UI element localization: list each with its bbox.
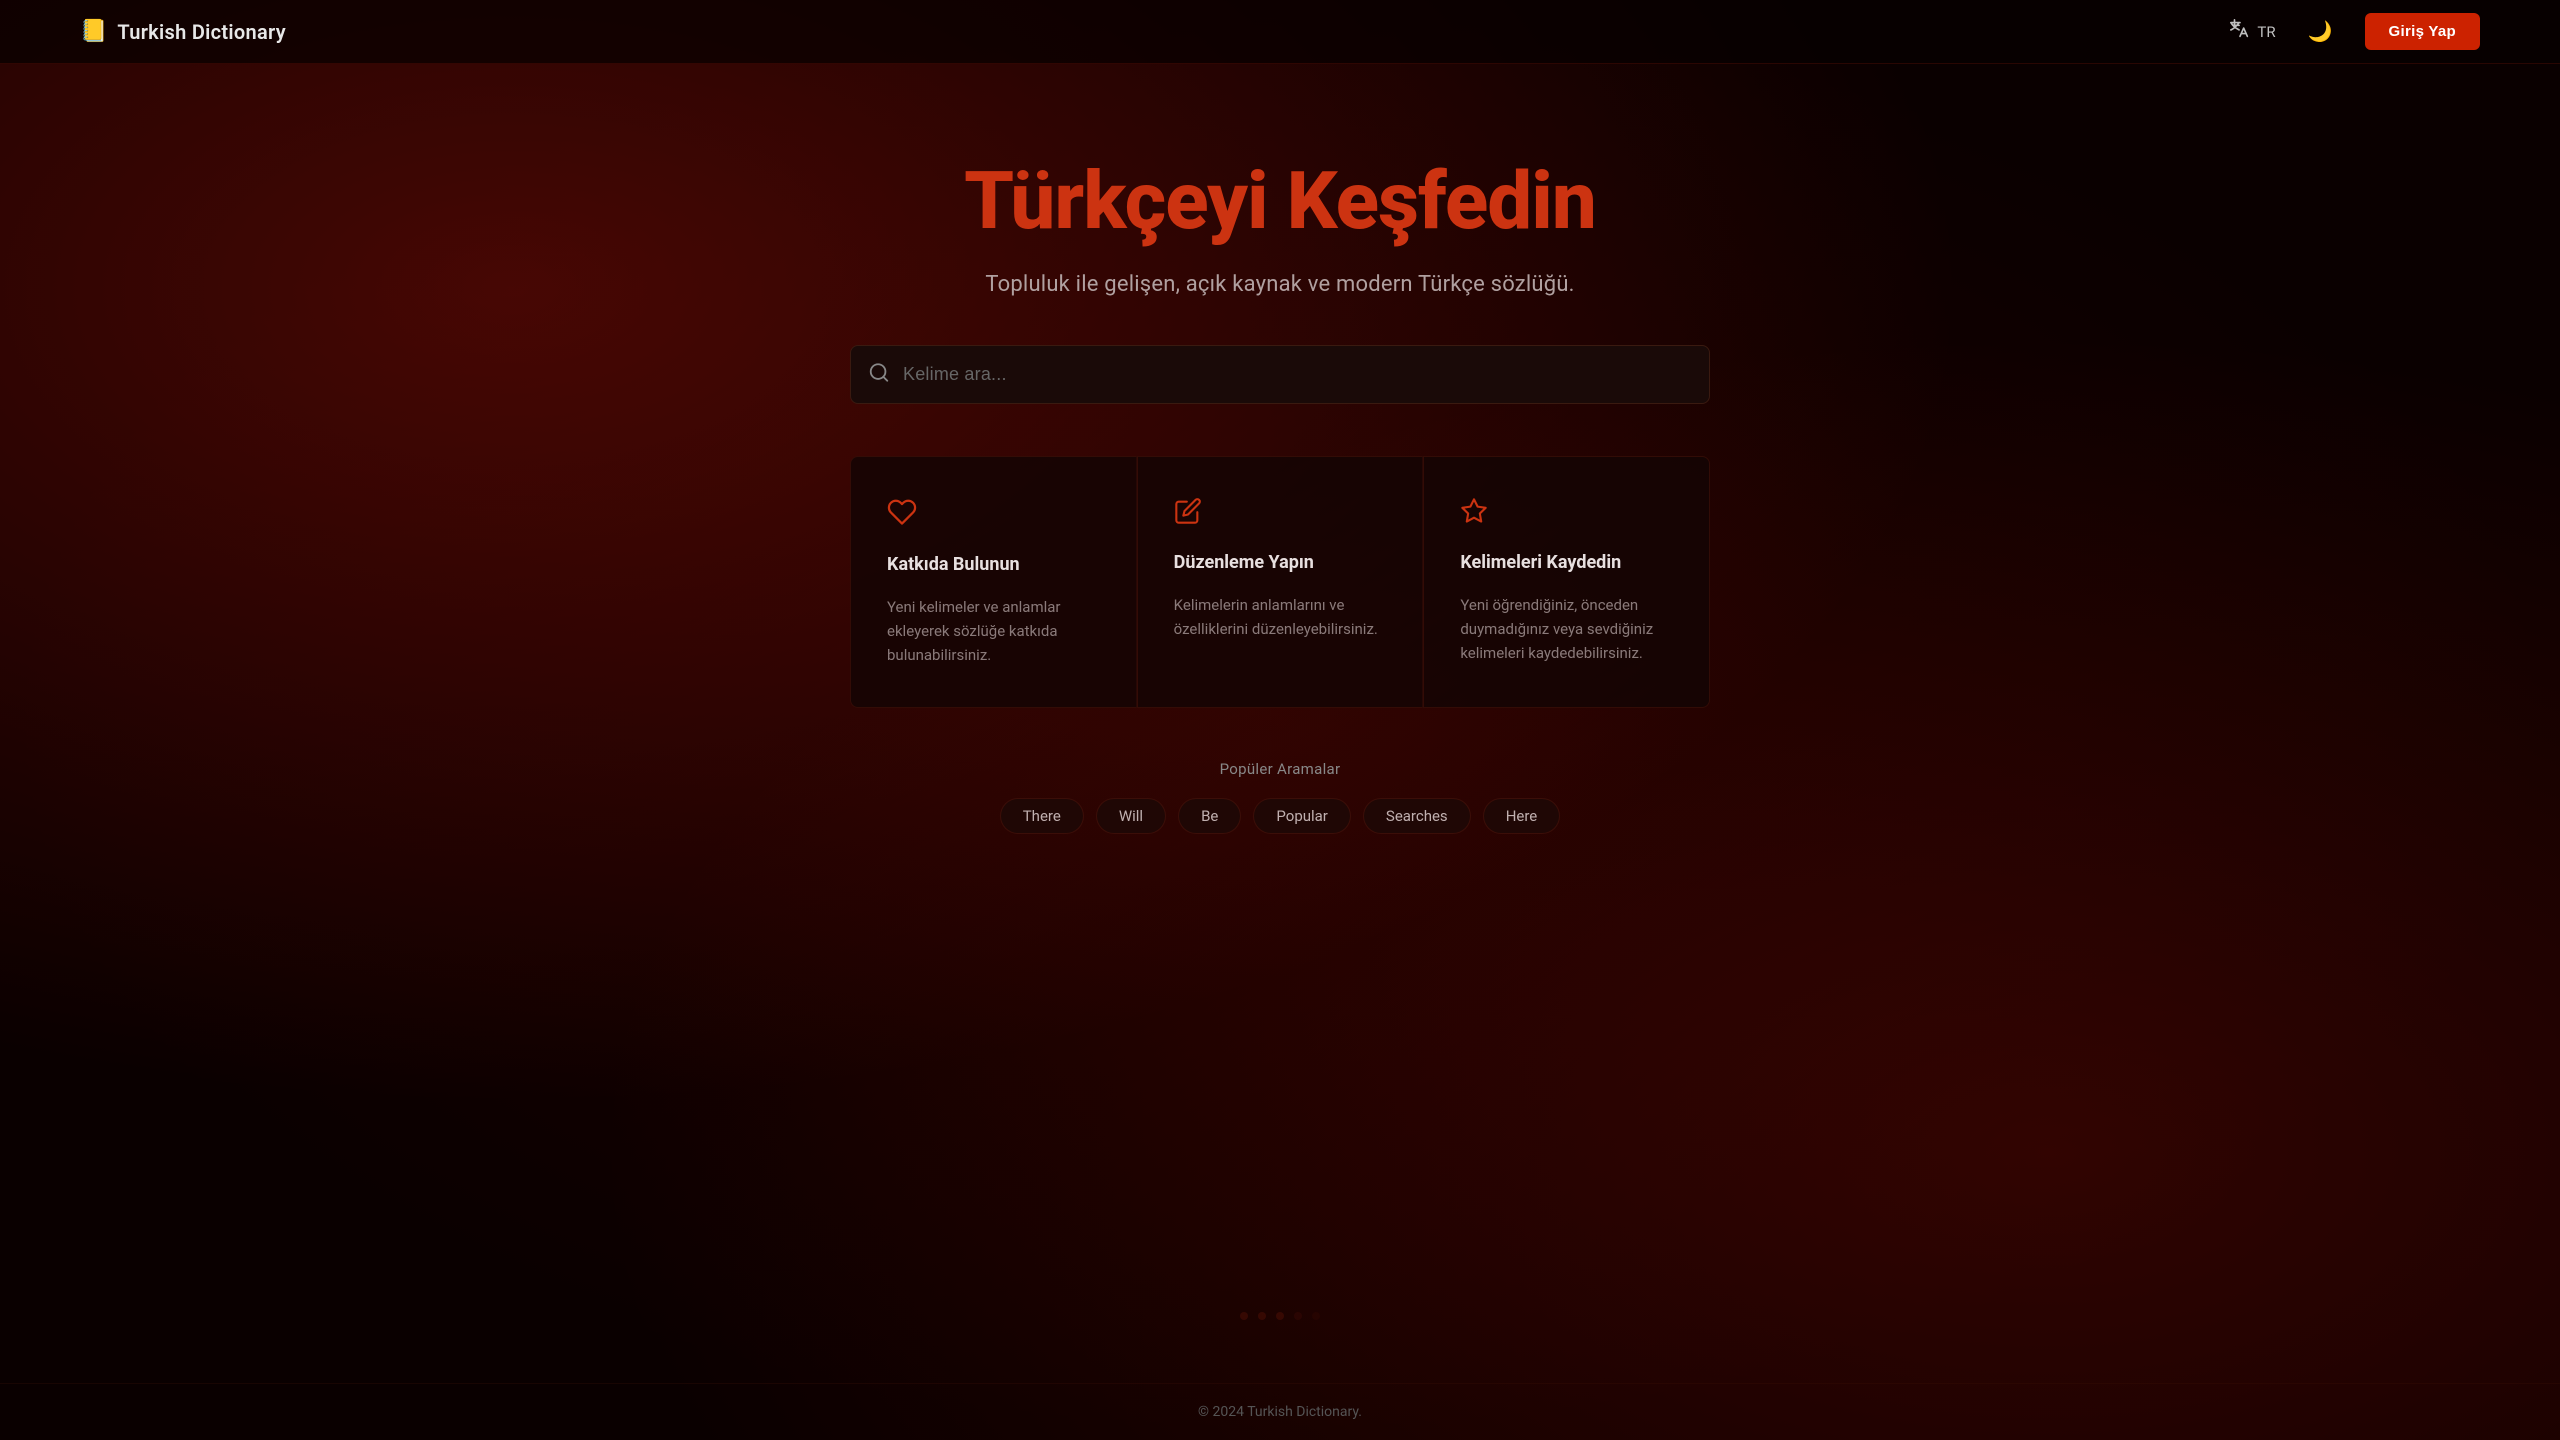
contribute-desc: Yeni kelimeler ve anlamlar ekleyerek söz… bbox=[887, 595, 1100, 667]
feature-cards: Katkıda Bulunun Yeni kelimeler ve anlaml… bbox=[850, 456, 1710, 708]
footer-text: © 2024 Turkish Dictionary. bbox=[1198, 1404, 1362, 1420]
decorative-circles bbox=[1240, 1312, 1320, 1320]
hero-title: Türkçeyi Keşfedin bbox=[964, 154, 1596, 248]
language-selector[interactable]: TR bbox=[2229, 18, 2275, 45]
search-container bbox=[850, 345, 1710, 404]
footer: © 2024 Turkish Dictionary. bbox=[0, 1383, 2560, 1440]
brand-link[interactable]: 📒 Turkish Dictionary bbox=[80, 19, 286, 44]
save-desc: Yeni öğrendiğiniz, önceden duymadığınız … bbox=[1460, 593, 1673, 665]
popular-tags: There Will Be Popular Searches Here bbox=[1000, 798, 1561, 834]
tag-popular[interactable]: Popular bbox=[1253, 798, 1351, 834]
brand-title: Turkish Dictionary bbox=[117, 20, 286, 44]
edit-desc: Kelimelerin anlamlarını ve özelliklerini… bbox=[1174, 593, 1387, 641]
tag-here[interactable]: Here bbox=[1483, 798, 1561, 834]
main-content: Türkçeyi Keşfedin Topluluk ile gelişen, … bbox=[0, 64, 2560, 834]
tag-will[interactable]: Will bbox=[1096, 798, 1166, 834]
popular-section: Popüler Aramalar There Will Be Popular S… bbox=[1000, 760, 1561, 834]
lang-label: TR bbox=[2257, 23, 2275, 41]
hero-subtitle: Topluluk ile gelişen, açık kaynak ve mod… bbox=[985, 272, 1574, 297]
tag-be[interactable]: Be bbox=[1178, 798, 1241, 834]
save-card: Kelimeleri Kaydedin Yeni öğrendiğiniz, ö… bbox=[1423, 456, 1710, 708]
book-icon: 📒 bbox=[80, 19, 107, 44]
sparkle-icon bbox=[1460, 497, 1673, 532]
heart-icon bbox=[887, 497, 1100, 534]
tag-there[interactable]: There bbox=[1000, 798, 1084, 834]
login-button[interactable]: Giriş Yap bbox=[2365, 13, 2480, 50]
contribute-card: Katkıda Bulunun Yeni kelimeler ve anlaml… bbox=[850, 456, 1137, 708]
edit-icon bbox=[1174, 497, 1387, 532]
save-title: Kelimeleri Kaydedin bbox=[1460, 552, 1673, 573]
edit-card: Düzenleme Yapın Kelimelerin anlamlarını … bbox=[1137, 456, 1424, 708]
navbar-right: TR 🌙 Giriş Yap bbox=[2229, 13, 2480, 50]
navbar: 📒 Turkish Dictionary TR 🌙 Giriş Yap bbox=[0, 0, 2560, 64]
search-input[interactable] bbox=[850, 345, 1710, 404]
popular-label: Popüler Aramalar bbox=[1220, 760, 1341, 778]
contribute-title: Katkıda Bulunun bbox=[887, 554, 1100, 575]
translate-icon bbox=[2229, 18, 2251, 45]
tag-searches[interactable]: Searches bbox=[1363, 798, 1471, 834]
edit-title: Düzenleme Yapın bbox=[1174, 552, 1387, 573]
moon-icon: 🌙 bbox=[2308, 21, 2333, 43]
theme-toggle-button[interactable]: 🌙 bbox=[2300, 15, 2341, 48]
